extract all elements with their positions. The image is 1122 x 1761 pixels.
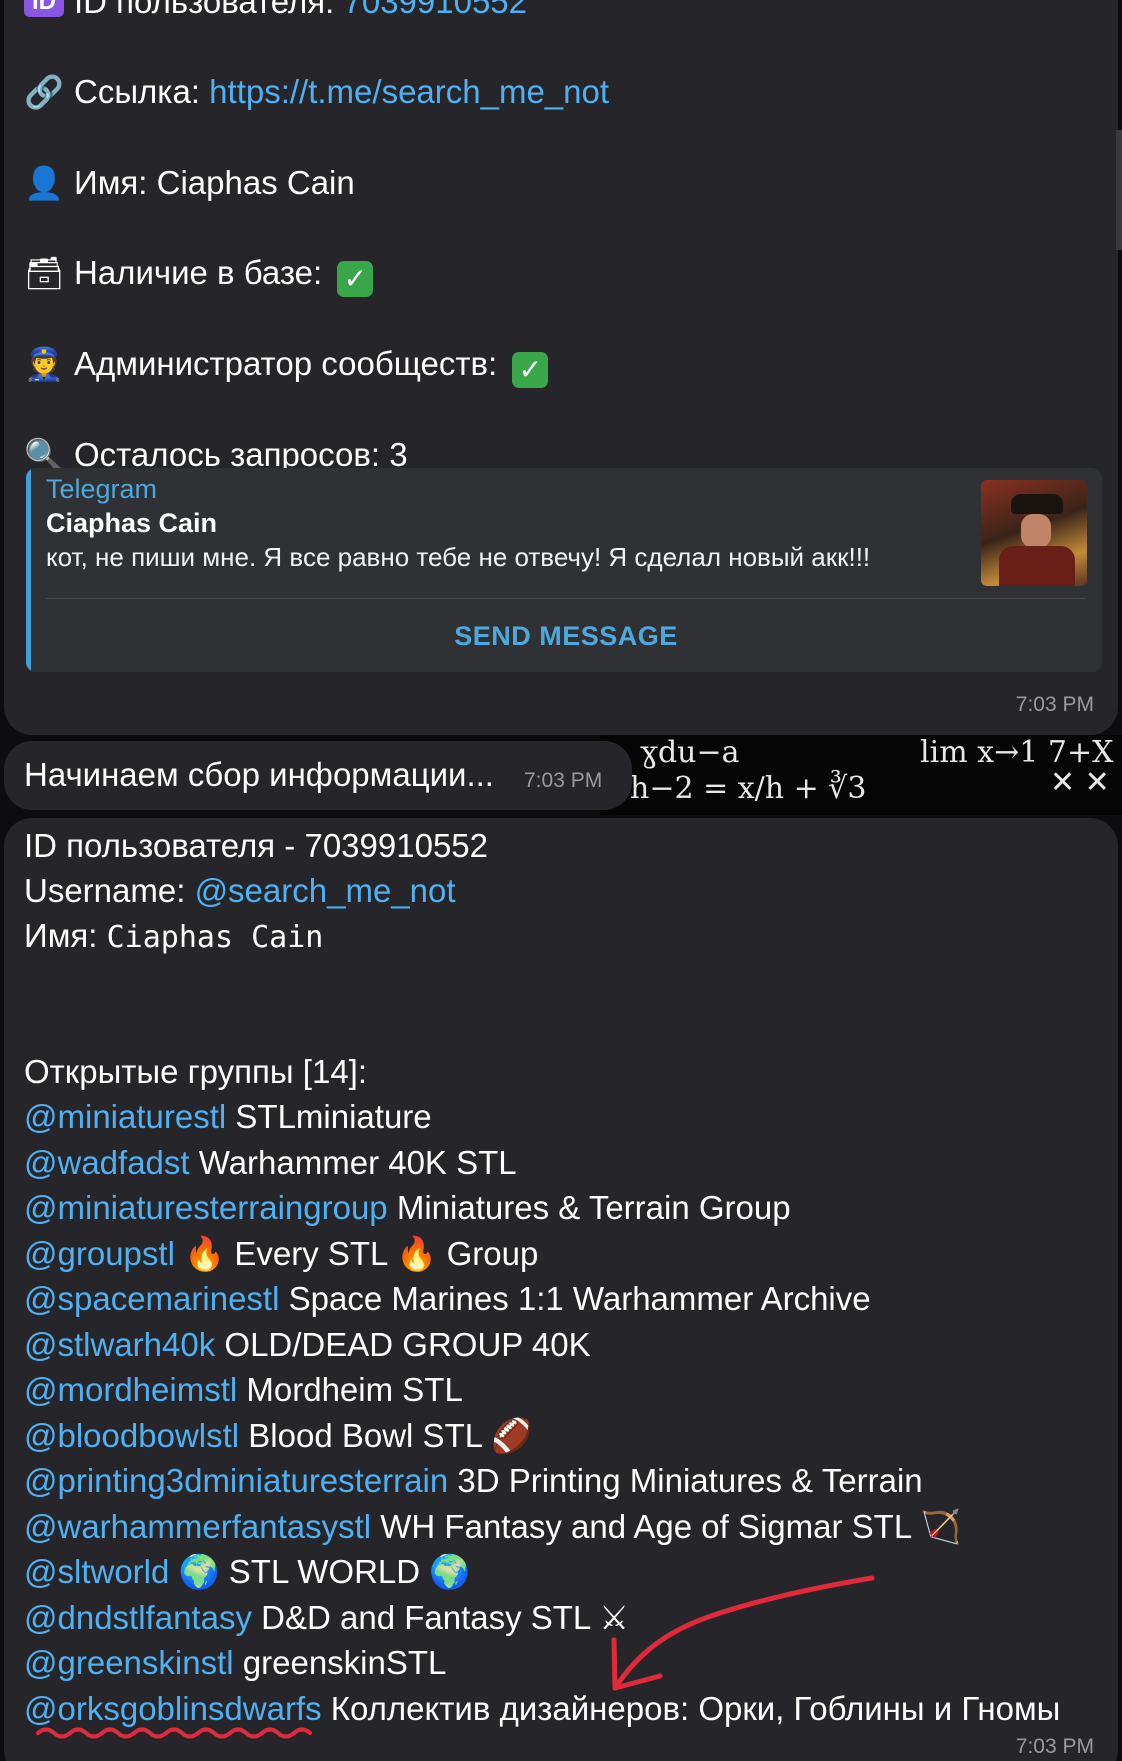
chat-screen: ɣdu−a h−2 = x/h + ∛3 lim x→1 7+X ✕ ✕ ID I… (0, 0, 1122, 1761)
group-handle-link[interactable]: @mordheimstl (24, 1371, 237, 1408)
preview-site-name: Telegram (46, 474, 158, 504)
check-mark-icon: ✓ (512, 352, 549, 388)
preview-title: Ciaphas Cain (46, 508, 218, 538)
bot-message-status: Начинаем сбор информации... 7:03 PM (4, 741, 632, 810)
bot-message-profile: ID ID пользователя: 7039910552 🔗 Ссылка: h… (4, 0, 1118, 735)
message-time: 7:03 PM (1015, 1735, 1094, 1758)
group-row: @spacemarinestl Space Marines 1:1 Warham… (24, 1279, 871, 1319)
group-row: @printing3dminiaturesterrain 3D Printing… (24, 1461, 923, 1501)
bot-message-groups: ID пользователя - 7039910552 Username: @… (4, 818, 1118, 1761)
group-row: @miniaturesterraingroup Miniatures & Ter… (24, 1188, 791, 1228)
group-title: 3D Printing Miniatures & Terrain (457, 1462, 923, 1499)
group-row: @sltworld 🌍 STL WORLD 🌍 (24, 1552, 470, 1592)
link-line: 🔗 Ссылка: https://t.me/search_me_not (24, 73, 610, 111)
card-file-box-icon: 🗃 (24, 254, 65, 292)
group-handle-link[interactable]: @spacemarinestl (24, 1280, 279, 1317)
group-handle-link[interactable]: @stlwarh40k (24, 1326, 215, 1363)
group-row: @stlwarh40k OLD/DEAD GROUP 40K (24, 1325, 591, 1365)
group-handle-link[interactable]: @dndstlfantasy (24, 1599, 252, 1636)
group-title: OLD/DEAD GROUP 40K (224, 1325, 591, 1363)
send-message-button[interactable]: SEND MESSAGE (46, 608, 1086, 664)
group-title: Коллектив дизайнеров: Орки, Гоблины и Гн… (330, 1689, 1061, 1727)
group-title: 🔥 Every STL 🔥 Group (184, 1234, 539, 1272)
group-title: Space Marines 1:1 Warhammer Archive (288, 1280, 871, 1317)
group-handle-link[interactable]: @orksgoblinsdwarfs (24, 1690, 322, 1727)
status-text: Начинаем сбор информации... (24, 756, 494, 793)
group-title: Miniatures & Terrain Group (396, 1189, 791, 1226)
group-handle-link[interactable]: @miniaturestl (24, 1098, 226, 1135)
group-title: greenskinSTL (242, 1644, 447, 1681)
group-row: @groupstl 🔥 Every STL 🔥 Group (24, 1234, 538, 1274)
group-handle-link[interactable]: @greenskinstl (24, 1644, 234, 1681)
police-officer-icon: 👮 (24, 345, 64, 383)
user-id-link[interactable]: 7039910552 (343, 0, 527, 20)
link-preview-card[interactable]: Telegram Ciaphas Cain кот, не пиши мне. … (26, 468, 1102, 672)
preview-avatar-thumbnail[interactable] (981, 480, 1087, 586)
group-title: Warhammer 40K STL (198, 1143, 517, 1181)
group-handle-link[interactable]: @warhammerfantasystl (24, 1508, 371, 1545)
id-icon: ID (24, 0, 64, 17)
profile-link[interactable]: https://t.me/search_me_not (209, 73, 609, 110)
admin-line: 👮 Администратор сообществ: ✓ (24, 344, 549, 388)
group-handle-link[interactable]: @groupstl (24, 1235, 175, 1272)
group-title: Mordheim STL (246, 1371, 463, 1408)
in-db-line: 🗃 Наличие в базе: ✓ (24, 253, 374, 297)
username-link[interactable]: @search_me_not (195, 872, 456, 909)
group-row: @warhammerfantasystl WH Fantasy and Age … (24, 1507, 961, 1547)
chat-wallpaper: ɣdu−a h−2 = x/h + ∛3 lim x→1 7+X ✕ ✕ (600, 735, 1122, 815)
message-time: 7:03 PM (1015, 693, 1094, 716)
group-handle-link[interactable]: @sltworld (24, 1553, 169, 1590)
name-line: Имя: Ciaphas Cain (24, 917, 324, 955)
check-mark-icon: ✓ (337, 261, 374, 297)
preview-divider (46, 598, 1086, 599)
preview-description: кот, не пиши мне. Я все равно тебе не от… (46, 542, 871, 572)
username-line: Username: @search_me_not (24, 872, 456, 909)
group-handle-link[interactable]: @miniaturesterraingroup (24, 1189, 388, 1226)
group-title: WH Fantasy and Age of Sigmar STL 🏹 (380, 1507, 962, 1545)
group-row: @greenskinstl greenskinSTL (24, 1643, 446, 1683)
group-row: @miniaturestl STLminiature (24, 1097, 432, 1137)
scrollbar[interactable] (1116, 130, 1122, 250)
group-row: @mordheimstl Mordheim STL (24, 1370, 463, 1410)
group-title: Blood Bowl STL 🏈 (248, 1416, 533, 1454)
group-title: STLminiature (235, 1098, 432, 1135)
group-title: 🌍 STL WORLD 🌍 (178, 1553, 471, 1590)
group-row: @dndstlfantasy D&D and Fantasy STL ⚔ (24, 1598, 629, 1638)
user-id-line: ID ID пользователя: 7039910552 (24, 0, 527, 22)
group-handle-link[interactable]: @wadfadst (24, 1144, 190, 1181)
name-line: 👤 Имя: Ciaphas Cain (24, 164, 355, 202)
message-time: 7:03 PM (524, 769, 603, 792)
group-row: @orksgoblinsdwarfs Коллектив дизайнеров:… (24, 1689, 1060, 1729)
group-handle-link[interactable]: @bloodbowlstl (24, 1417, 239, 1454)
group-title: D&D and Fantasy STL ⚔ (261, 1598, 629, 1636)
group-handle-link[interactable]: @printing3dminiaturesterrain (24, 1462, 448, 1499)
groups-header: Открытые группы [14]: (24, 1053, 368, 1090)
preview-accent-bar (26, 468, 31, 672)
group-row: @wadfadst Warhammer 40K STL (24, 1143, 517, 1183)
id-line: ID пользователя - 7039910552 (24, 827, 488, 864)
group-row: @bloodbowlstl Blood Bowl STL 🏈 (24, 1416, 532, 1456)
user-icon: 👤 (24, 164, 64, 202)
link-icon: 🔗 (24, 73, 64, 111)
